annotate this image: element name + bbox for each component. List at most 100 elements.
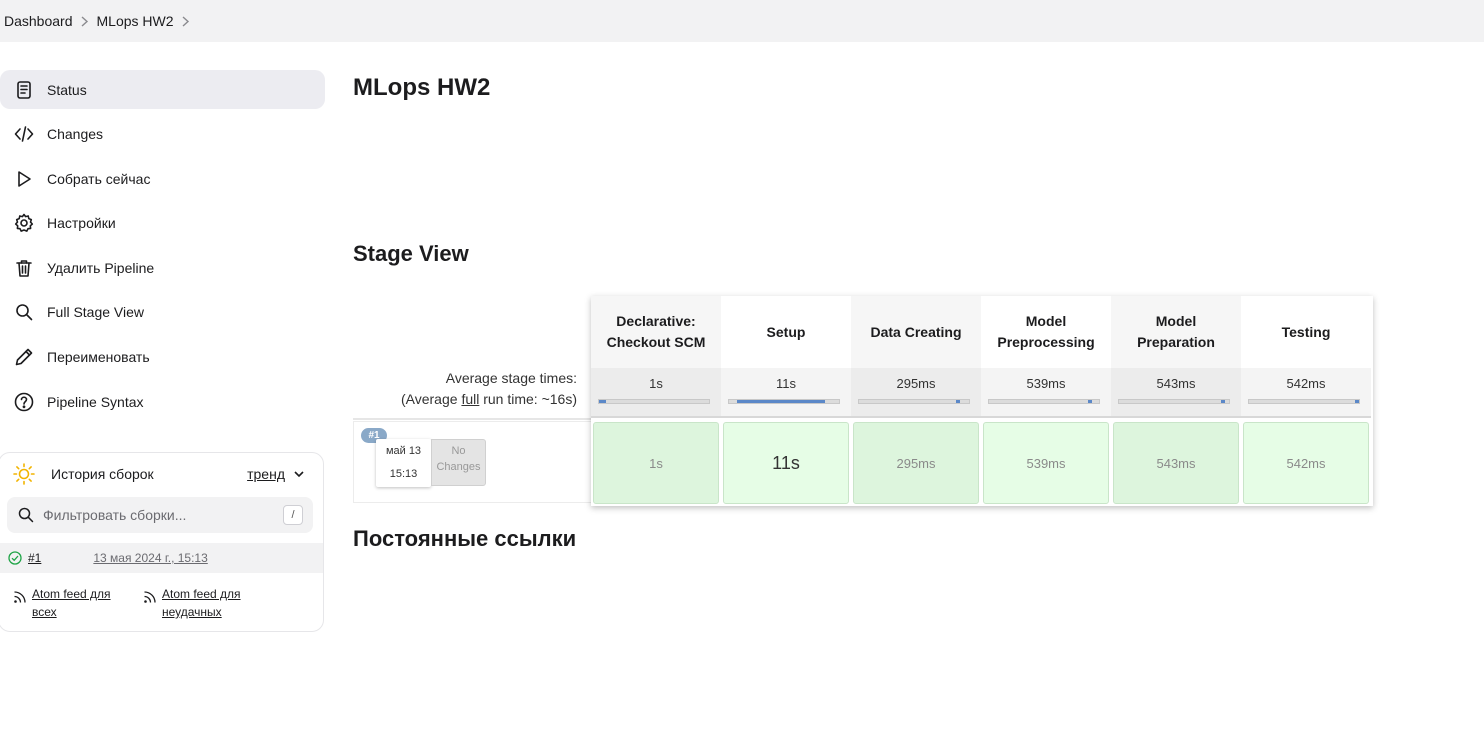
atom-feed-all[interactable]: Atom feed для всех [13,585,143,621]
sidebar-item-delete[interactable]: Удалить Pipeline [0,248,325,287]
build-history-panel: История сборок тренд / #1 13 мая 2024 г.… [0,452,324,632]
stage-average: 543ms [1111,368,1241,418]
stage-average-time: 11s [776,376,796,391]
stage-average-time: 539ms [1026,376,1066,391]
stage-average-time: 543ms [1156,376,1196,391]
stage-progress-bar [1118,399,1230,404]
stage-view-title: Stage View [353,241,469,266]
chevron-down-icon[interactable] [293,468,305,480]
full-run-link[interactable]: full [461,391,479,407]
stage-progress-bar [988,399,1100,404]
play-icon [13,168,35,190]
stage-average: 295ms [851,368,981,418]
build-number-link[interactable]: #1 [28,551,41,565]
atom-feed-failed[interactable]: Atom feed для неудачных [143,585,273,621]
stage-progress-fill [1088,400,1092,403]
build-row[interactable]: #1 13 мая 2024 г., 15:13 [0,543,323,573]
gear-icon [13,212,35,234]
average-stage-times-label: Average stage times: [445,370,577,386]
stage-result-cell[interactable]: 1s [593,422,719,504]
stage-average-time: 295ms [896,376,936,391]
stage-header: Model Preparation [1111,296,1241,368]
stage-progress-bar [598,399,710,404]
sidebar-item-settings[interactable]: Настройки [0,204,325,243]
stage-progress-fill [737,400,825,403]
stage-header: Testing [1241,296,1371,368]
stage-progress-bar [1248,399,1360,404]
stage-progress-fill [599,400,606,403]
stage-progress-fill [1355,400,1359,403]
stage-header: Setup [721,296,851,368]
sidebar-item-pipeline-syntax[interactable]: Pipeline Syntax [0,382,325,421]
stage-average: 11s [721,368,851,418]
no-changes-line1: No [451,445,466,457]
help-icon [13,391,35,413]
sidebar-item-status[interactable]: Status [0,70,325,109]
rss-icon [144,591,156,603]
stage-column: Model Preparation 543ms 543ms [1111,296,1241,506]
breadcrumb: Dashboard MLops HW2 [0,0,1484,42]
stage-header: Data Creating [851,296,981,368]
sidebar-item-label: Настройки [47,215,116,232]
atom-feed-all-label[interactable]: Atom feed для всех [32,585,122,621]
build-date: май 13 [385,445,422,457]
document-icon [13,79,35,101]
keyboard-shortcut-hint: / [283,505,303,525]
code-icon [13,123,35,145]
sun-icon [13,463,35,485]
permalinks-title: Постоянные ссылки [353,526,577,551]
stage-progress-fill [1221,400,1225,403]
stage-column: Model Preprocessing 539ms 539ms [981,296,1111,506]
build-history-title: История сборок [51,466,154,482]
stage-result-cell[interactable]: 295ms [853,422,979,504]
build-filter-input[interactable] [43,507,283,523]
no-changes-line2: Changes [436,461,481,473]
page-title: MLops HW2 [353,74,491,101]
stage-progress-fill [956,400,960,403]
rss-icon [14,591,26,603]
stage-view-grid: Declarative: Checkout SCM 1s 1s Setup 11s 11s… [591,296,1373,506]
pencil-icon [13,346,35,368]
success-check-icon [8,551,22,565]
sidebar-item-label: Status [47,81,87,98]
stage-average: 539ms [981,368,1111,418]
stage-average-time: 542ms [1286,376,1326,391]
sidebar-item-build-now[interactable]: Собрать сейчас [0,159,325,198]
sidebar-item-changes[interactable]: Changes [0,115,325,154]
stage-average-time: 1s [649,376,663,391]
trend-link[interactable]: тренд [247,466,285,482]
divider [353,418,591,420]
stage-header: Model Preprocessing [981,296,1111,368]
stage-column: Declarative: Checkout SCM 1s 1s [591,296,721,506]
build-timestamp: май 13 15:13 [376,439,431,487]
atom-feed-failed-label[interactable]: Atom feed для неудачных [162,585,252,621]
stage-view-labels: Average stage times: (Average full run t… [353,368,591,410]
no-changes-box[interactable]: No Changes [431,439,486,486]
sidebar-item-label: Full Stage View [47,304,145,321]
build-filter: / [7,497,313,533]
build-date-link[interactable]: 13 мая 2024 г., 15:13 [93,551,207,565]
stage-result-cell[interactable]: 542ms [1243,422,1369,504]
sidebar-item-label: Удалить Pipeline [47,259,155,276]
stage-progress-bar [858,399,970,404]
sidebar-item-label: Changes [47,126,104,143]
chevron-right-icon[interactable] [174,15,198,27]
sidebar-item-label: Переименовать [47,349,150,366]
average-run-time-label: (Average full run time: ~16s) [400,391,577,407]
stage-result-cell[interactable]: 11s [723,422,849,504]
stage-result-cell[interactable]: 539ms [983,422,1109,504]
chevron-right-icon [73,15,97,27]
breadcrumb-dashboard[interactable]: Dashboard [4,13,73,29]
stage-column: Setup 11s 11s [721,296,851,506]
stage-column: Data Creating 295ms 295ms [851,296,981,506]
breadcrumb-project[interactable]: MLops HW2 [97,13,174,29]
stage-column: Testing 542ms 542ms [1241,296,1371,506]
stage-result-cell[interactable]: 543ms [1113,422,1239,504]
stage-average: 542ms [1241,368,1371,418]
sidebar-item-rename[interactable]: Переименовать [0,338,325,377]
sidebar-item-label: Собрать сейчас [47,170,151,187]
stage-average: 1s [591,368,721,418]
trash-icon [13,257,35,279]
stage-header: Declarative: Checkout SCM [591,296,721,368]
sidebar-item-full-stage-view[interactable]: Full Stage View [0,293,325,332]
